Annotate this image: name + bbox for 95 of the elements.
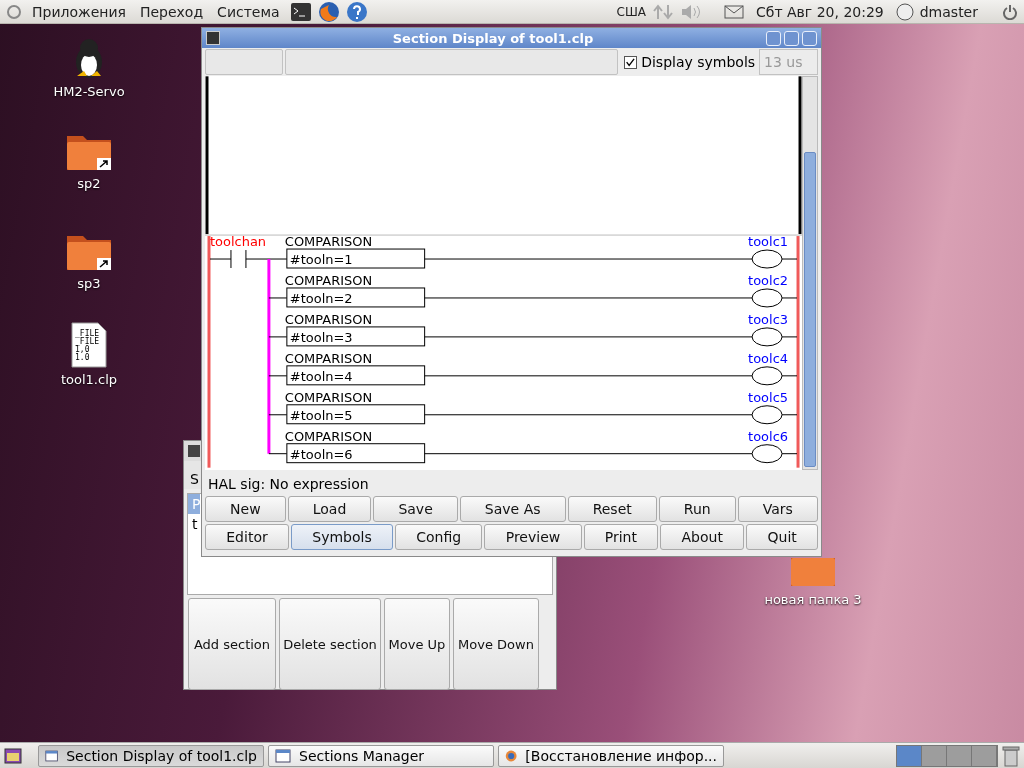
coil-symbol xyxy=(751,366,783,386)
rung-wire xyxy=(781,414,798,416)
maximize-button[interactable] xyxy=(784,30,799,46)
file-preview-text: 1.0 xyxy=(75,353,90,362)
input-field[interactable] xyxy=(205,49,284,75)
block-label: COMPARISON xyxy=(284,428,373,444)
coil-label: toolc6 xyxy=(748,428,789,444)
rung-wire xyxy=(781,375,798,377)
file-preview-text: _FILE xyxy=(75,329,100,338)
list-header: S xyxy=(190,471,199,487)
panel-menu[interactable]: Переход xyxy=(135,3,208,20)
terminal-icon[interactable] xyxy=(289,1,312,22)
scrollbar-thumb[interactable] xyxy=(804,152,816,467)
checkbox-label[interactable]: Display symbols xyxy=(639,54,758,70)
taskbar-button[interactable]: Section Display of tool1.clp xyxy=(38,744,264,767)
coil-label: toolc4 xyxy=(748,350,789,366)
taskbar-button[interactable]: Sections Manager xyxy=(268,744,494,767)
power-icon[interactable] xyxy=(1002,3,1018,20)
scrollbar[interactable] xyxy=(802,76,818,470)
rung-wire xyxy=(781,297,798,299)
window-menu-icon[interactable] xyxy=(206,31,220,45)
rung-wire xyxy=(781,336,798,338)
manager-button[interactable]: Add section xyxy=(188,598,276,690)
desktop-icon-label[interactable]: sp2 xyxy=(77,176,101,191)
clock[interactable]: Сбт Авг 20, 20:29 xyxy=(750,3,890,20)
browser-icon[interactable] xyxy=(317,0,340,23)
user-icon[interactable] xyxy=(895,2,914,21)
mail-icon[interactable] xyxy=(724,4,744,19)
contact-label: toolchan xyxy=(210,234,267,250)
expression-text: #tooln=6 xyxy=(289,446,353,462)
toolbar-button[interactable]: Save xyxy=(373,496,458,522)
desktop-icon-label[interactable]: tool1.clp xyxy=(61,372,117,387)
list-row[interactable]: t xyxy=(188,514,200,534)
file-preview-text: _FILE xyxy=(75,337,100,346)
expression-text: #tooln=3 xyxy=(289,329,353,345)
block-label: COMPARISON xyxy=(284,234,373,250)
coil-label: toolc2 xyxy=(748,273,789,288)
network-icon[interactable] xyxy=(652,2,674,21)
logo-icon[interactable] xyxy=(6,3,22,20)
coil-symbol xyxy=(751,405,783,425)
help-icon[interactable] xyxy=(345,0,368,23)
toolbar-button[interactable]: About xyxy=(660,524,745,550)
user-name[interactable]: dmaster xyxy=(919,3,978,20)
window-icon xyxy=(275,748,291,763)
minimize-button[interactable] xyxy=(766,30,781,46)
rung-wire xyxy=(781,258,798,260)
manager-button[interactable]: Move Up xyxy=(384,598,450,690)
text-file-icon[interactable]: _FILE _FILE 1,0 1.0 xyxy=(70,322,108,368)
input-field[interactable] xyxy=(285,49,619,75)
block-label: COMPARISON xyxy=(284,273,373,288)
panel-menu[interactable]: Система xyxy=(213,3,284,20)
toolbar-button[interactable]: Editor xyxy=(205,524,289,550)
toolbar-button[interactable]: Reset xyxy=(567,496,657,522)
taskbar-button[interactable]: [Восстановление инфор... xyxy=(498,744,724,767)
volume-icon[interactable] xyxy=(680,2,702,21)
toolbar-button[interactable]: New xyxy=(205,496,286,522)
toolbar-button[interactable]: Preview xyxy=(484,524,582,550)
coil-symbol xyxy=(751,249,783,269)
window-icon xyxy=(45,748,59,763)
coil-label: toolc1 xyxy=(748,234,789,250)
manager-button[interactable]: Move Down xyxy=(453,598,539,690)
status-text: HAL sig: No expression xyxy=(207,475,370,494)
block-label: COMPARISON xyxy=(284,311,373,327)
toolbar-button[interactable]: Run xyxy=(658,496,736,522)
desktop-icon-label[interactable]: sp3 xyxy=(77,276,101,291)
show-desktop-icon[interactable] xyxy=(4,746,22,765)
window-title: Section Display of tool1.clp xyxy=(391,30,595,46)
display-symbols-checkbox[interactable] xyxy=(624,55,638,69)
toolbar-button[interactable]: Config xyxy=(395,524,483,550)
close-button[interactable] xyxy=(802,30,817,46)
expression-text: #tooln=2 xyxy=(289,290,353,306)
coil-symbol xyxy=(751,327,783,347)
block-label: COMPARISON xyxy=(284,389,373,405)
expression-text: #tooln=5 xyxy=(289,407,353,423)
toolbar-button[interactable]: Save As xyxy=(459,496,566,522)
trash-icon[interactable] xyxy=(1002,744,1020,767)
expression-text: #tooln=1 xyxy=(289,252,353,267)
toolbar-button[interactable]: Load xyxy=(287,496,372,522)
coil-label: toolc3 xyxy=(748,311,789,327)
toolbar-button[interactable]: Quit xyxy=(746,524,819,550)
manager-button[interactable]: Delete section xyxy=(279,598,381,690)
toolbar-button[interactable]: Vars xyxy=(737,496,818,522)
coil-symbol xyxy=(751,444,783,464)
toolbar-button[interactable]: Print xyxy=(583,524,659,550)
expression-text: #tooln=4 xyxy=(289,368,353,384)
desktop-icon-label[interactable]: HM2-Servo xyxy=(53,84,125,99)
block-label: COMPARISON xyxy=(284,350,373,366)
coil-label: toolc5 xyxy=(748,389,789,405)
coil-symbol xyxy=(751,288,783,308)
workspace-switcher[interactable] xyxy=(896,744,998,767)
file-preview-text: 1,0 xyxy=(75,345,90,354)
panel-menu[interactable]: Приложения xyxy=(28,3,130,20)
keyboard-layout[interactable]: США xyxy=(616,4,646,19)
rung-wire xyxy=(781,453,798,455)
toolbar-button[interactable]: Symbols xyxy=(291,524,393,550)
